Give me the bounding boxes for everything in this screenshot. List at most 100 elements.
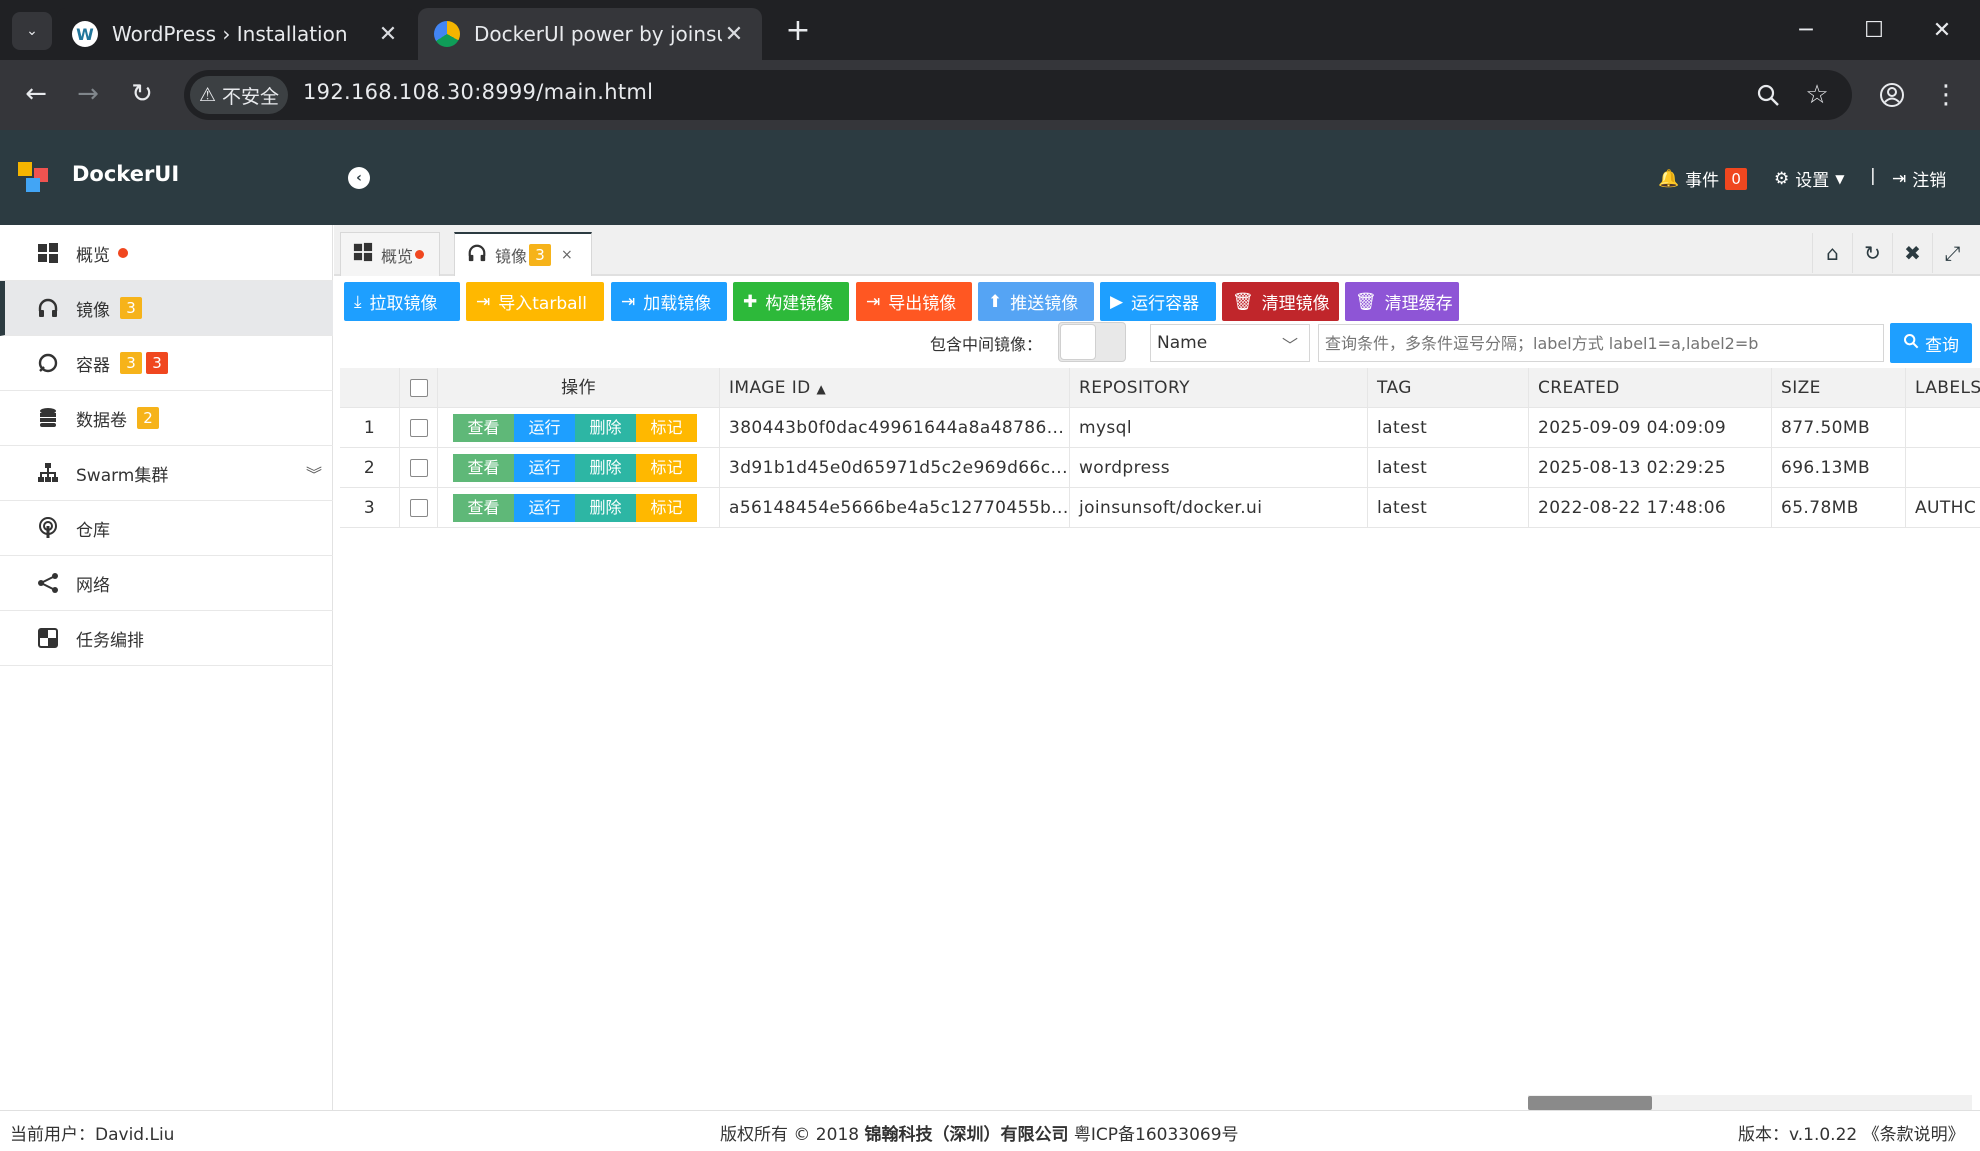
sidebar-item-label: 网络 xyxy=(76,575,110,596)
sidebar-item-orchestration[interactable]: 任务编排 xyxy=(0,611,333,666)
ops-header: 操作 xyxy=(438,368,720,408)
import-tarball-button[interactable]: ⇥ 导入tarball xyxy=(466,282,604,321)
chevron-down-icon[interactable]: ﹀ xyxy=(1282,332,1298,356)
button-label: 导入tarball xyxy=(498,294,587,314)
size-header[interactable]: SIZE xyxy=(1772,368,1906,408)
browser-tab-dockerui[interactable]: DockerUI power by joinsunsc ✕ xyxy=(418,8,762,60)
settings-label: 设置 xyxy=(1795,171,1830,191)
button-label: 清理镜像 xyxy=(1261,294,1330,314)
events-menu[interactable]: 🔔 事件 0 xyxy=(1658,166,1748,191)
row-number: 2 xyxy=(340,448,400,488)
new-tab-icon[interactable]: + xyxy=(780,12,816,48)
search-button[interactable]: 查询 xyxy=(1890,323,1972,363)
sidebar-item-containers[interactable]: 容器 3 3 xyxy=(0,336,333,391)
view-button[interactable]: 查看 xyxy=(453,494,514,522)
tag-header[interactable]: TAG xyxy=(1368,368,1529,408)
dockerui-logo-icon xyxy=(16,160,52,196)
prune-images-button[interactable]: 🗑 清理镜像 xyxy=(1222,282,1339,321)
view-button[interactable]: 查看 xyxy=(453,454,514,482)
url-text[interactable]: 192.168.108.30:8999/main.html xyxy=(303,80,653,104)
volumes-count-badge: 2 xyxy=(137,407,159,429)
delete-button[interactable]: 删除 xyxy=(575,414,636,442)
forward-icon[interactable]: → xyxy=(68,74,108,114)
sign-in-icon: ⇥ xyxy=(621,291,636,312)
sidebar-item-volumes[interactable]: 数据卷 2 xyxy=(0,391,333,446)
created-header[interactable]: CREATED xyxy=(1529,368,1772,408)
sidebar-item-registry[interactable]: 仓库 xyxy=(0,501,333,556)
run-button[interactable]: 运行 xyxy=(514,414,575,442)
sidebar-item-network[interactable]: 网络 xyxy=(0,556,333,611)
bookmark-star-icon[interactable]: ☆ xyxy=(1797,75,1837,115)
sidebar-item-images[interactable]: 镜像 3 xyxy=(0,281,333,336)
scrollbar-thumb[interactable] xyxy=(1528,1096,1652,1110)
created-cell: 2025-08-13 02:29:25 xyxy=(1529,448,1772,488)
close-tab-icon[interactable]: ✕ xyxy=(376,22,400,47)
browser-tab-wordpress[interactable]: W WordPress › Installation ✕ xyxy=(56,8,416,60)
prune-cache-button[interactable]: 🗑 清理缓存 xyxy=(1345,282,1459,321)
icp-number[interactable]: 粤ICP备16033069号 xyxy=(1068,1125,1239,1145)
tag-button[interactable]: 标记 xyxy=(636,454,697,482)
sidebar-item-label: 容器 xyxy=(76,355,110,376)
run-button[interactable]: 运行 xyxy=(514,494,575,522)
menu-kebab-icon[interactable]: ⋮ xyxy=(1926,75,1966,115)
delete-button[interactable]: 删除 xyxy=(575,494,636,522)
circle-icon xyxy=(36,351,60,375)
row-checkbox[interactable] xyxy=(409,459,428,477)
close-window-icon[interactable]: ✕ xyxy=(1922,10,1962,50)
tab-images[interactable]: 镜像 3 × xyxy=(454,232,592,276)
tag-button[interactable]: 标记 xyxy=(636,494,697,522)
close-icon[interactable]: ✖ xyxy=(1892,233,1932,273)
row-checkbox[interactable] xyxy=(409,419,428,437)
load-image-button[interactable]: ⇥ 加载镜像 xyxy=(611,282,727,321)
labels-header[interactable]: LABELS xyxy=(1906,368,1980,408)
sitemap-icon xyxy=(36,461,60,485)
settings-menu[interactable]: ⚙ 设置 ▼ xyxy=(1774,166,1844,192)
pull-image-button[interactable]: ⤓ 拉取镜像 xyxy=(344,282,460,321)
tag-button[interactable]: 标记 xyxy=(636,414,697,442)
zoom-icon[interactable] xyxy=(1748,75,1788,115)
images-table: 操作 IMAGE ID ▲ REPOSITORY TAG CREATED SIZ… xyxy=(340,368,1980,528)
home-icon[interactable]: ⌂ xyxy=(1812,233,1852,273)
sidebar-collapse-icon[interactable]: ‹ xyxy=(348,167,370,189)
refresh-icon[interactable]: ↻ xyxy=(1852,233,1892,273)
view-button[interactable]: 查看 xyxy=(453,414,514,442)
button-label: 推送镜像 xyxy=(1010,294,1079,314)
minimize-icon[interactable]: ─ xyxy=(1786,10,1826,50)
sidebar-item-swarm[interactable]: Swarm集群 ︾ xyxy=(0,446,333,501)
back-icon[interactable]: ← xyxy=(16,74,56,114)
tab-overview[interactable]: 概览 xyxy=(340,232,440,276)
version-info[interactable]: 版本：v.1.0.22 《条款说明》 xyxy=(1738,1120,1965,1145)
notification-dot xyxy=(118,248,128,258)
build-image-button[interactable]: ✚ 构建镜像 xyxy=(733,282,849,321)
reload-icon[interactable]: ↻ xyxy=(122,74,162,114)
notification-dot xyxy=(415,250,425,259)
fullscreen-icon[interactable]: ⤢ xyxy=(1932,233,1972,273)
close-tab-icon[interactable]: × xyxy=(561,247,573,263)
push-image-button[interactable]: ⬆ 推送镜像 xyxy=(978,282,1094,321)
run-button[interactable]: 运行 xyxy=(514,454,575,482)
profile-icon[interactable] xyxy=(1872,75,1912,115)
run-container-button[interactable]: ▶ 运行容器 xyxy=(1100,282,1216,321)
size-cell: 877.50MB xyxy=(1772,408,1906,448)
repository-header[interactable]: REPOSITORY xyxy=(1070,368,1368,408)
select-all-checkbox[interactable] xyxy=(409,379,428,397)
security-indicator[interactable]: ⚠ 不安全 xyxy=(190,76,288,114)
row-select-cell xyxy=(400,448,438,488)
headphones-icon xyxy=(36,296,60,320)
images-count-badge: 3 xyxy=(120,297,142,319)
tab-search-dropdown-icon[interactable]: ⌄ xyxy=(12,12,52,50)
maximize-icon[interactable]: ☐ xyxy=(1854,10,1894,50)
export-image-button[interactable]: ⇥ 导出镜像 xyxy=(856,282,972,321)
windows-icon xyxy=(36,241,60,265)
sort-asc-icon: ▲ xyxy=(816,382,827,396)
search-input[interactable] xyxy=(1318,324,1884,362)
close-tab-icon[interactable]: ✕ xyxy=(722,22,746,47)
logout-button[interactable]: ⇥ 注销 xyxy=(1892,166,1946,192)
toggle-knob[interactable] xyxy=(1060,324,1096,360)
company-name[interactable]: 锦翰科技（深圳）有限公司 xyxy=(864,1125,1068,1145)
image-id-header[interactable]: IMAGE ID ▲ xyxy=(720,368,1070,408)
delete-button[interactable]: 删除 xyxy=(575,454,636,482)
sidebar-item-overview[interactable]: 概览 xyxy=(0,226,333,281)
button-label: 导出镜像 xyxy=(888,294,957,314)
row-checkbox[interactable] xyxy=(409,499,428,517)
